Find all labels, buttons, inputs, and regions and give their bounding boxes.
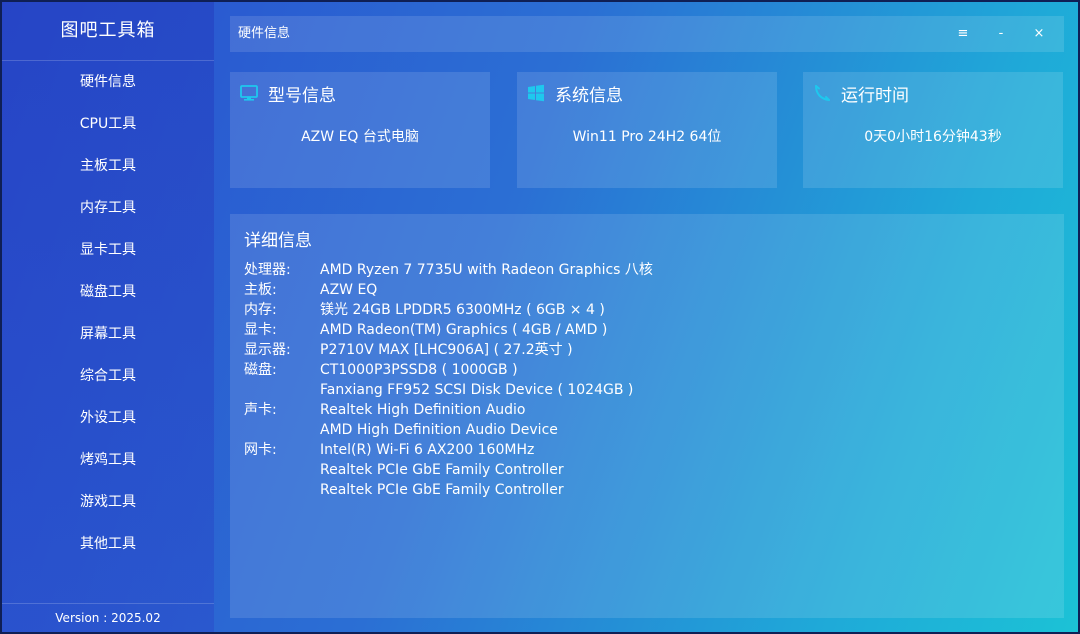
system-info-value: Win11 Pro 24H2 64位: [572, 129, 722, 145]
detail-label: 声卡:: [244, 402, 277, 418]
detail-label: 网卡:: [244, 442, 277, 458]
detail-label: [244, 380, 320, 400]
detail-value: AMD Radeon(TM) Graphics ( 4GB / AMD ): [320, 322, 608, 338]
details-table: 处理器: AMD Ryzen 7 7735U with Radeon Graph…: [244, 260, 653, 500]
detail-label: [244, 420, 320, 440]
detail-value: AMD Ryzen 7 7735U with Radeon Graphics 八…: [320, 262, 653, 278]
model-info-title: 型号信息: [268, 85, 336, 106]
sidebar-item-other-tools[interactable]: 其他工具: [2, 523, 214, 565]
detail-label: 处理器:: [244, 262, 291, 278]
detail-value: Realtek PCIe GbE Family Controller: [320, 462, 564, 478]
sidebar-item-hardware-info[interactable]: 硬件信息: [2, 61, 214, 103]
detail-label: 主板:: [244, 282, 277, 298]
sidebar-item-motherboard-tools[interactable]: 主板工具: [2, 145, 214, 187]
close-button[interactable]: ×: [1020, 16, 1058, 52]
uptime-title: 运行时间: [841, 85, 909, 106]
detail-row: Fanxiang FF952 SCSI Disk Device ( 1024GB…: [244, 380, 653, 400]
detail-label: [244, 460, 320, 480]
title-bar: 硬件信息 ≡ - ×: [230, 16, 1064, 52]
detail-value: Realtek PCIe GbE Family Controller: [320, 482, 564, 498]
sidebar-nav: 硬件信息 CPU工具 主板工具 内存工具 显卡工具 磁盘工具 屏幕工具 综合工具…: [2, 61, 214, 565]
detail-value: P2710V MAX [LHC906A] ( 27.2英寸 ): [320, 342, 573, 358]
page-title: 硬件信息: [238, 26, 291, 41]
detail-row: 声卡: Realtek High Definition Audio: [244, 400, 653, 420]
detail-value: AMD High Definition Audio Device: [320, 422, 558, 438]
monitor-icon: [240, 84, 258, 102]
detail-value: Intel(R) Wi-Fi 6 AX200 160MHz: [320, 442, 535, 458]
sidebar-item-screen-tools[interactable]: 屏幕工具: [2, 313, 214, 355]
uptime-card: 运行时间 0天0小时16分钟43秒: [803, 72, 1063, 188]
sidebar-item-disk-tools[interactable]: 磁盘工具: [2, 271, 214, 313]
app-window: 图吧工具箱 硬件信息 CPU工具 主板工具 内存工具 显卡工具 磁盘工具 屏幕工…: [0, 0, 1080, 634]
windows-icon: [527, 84, 545, 102]
detail-value: AZW EQ: [320, 282, 378, 298]
details-title: 详细信息: [244, 231, 312, 251]
details-panel: 详细信息 处理器: AMD Ryzen 7 7735U with Radeon …: [230, 214, 1064, 618]
version-label: Version : 2025.02: [2, 603, 214, 632]
detail-label: 磁盘:: [244, 362, 277, 378]
sidebar-item-gpu-tools[interactable]: 显卡工具: [2, 229, 214, 271]
system-info-card: 系统信息 Win11 Pro 24H2 64位: [517, 72, 777, 188]
sidebar-item-stress-tools[interactable]: 烤鸡工具: [2, 439, 214, 481]
detail-row: 显卡: AMD Radeon(TM) Graphics ( 4GB / AMD …: [244, 320, 653, 340]
detail-row: 网卡: Intel(R) Wi-Fi 6 AX200 160MHz: [244, 440, 653, 460]
system-info-title: 系统信息: [555, 85, 623, 106]
minimize-button[interactable]: -: [982, 16, 1020, 52]
detail-row: 处理器: AMD Ryzen 7 7735U with Radeon Graph…: [244, 260, 653, 280]
detail-value: CT1000P3PSSD8 ( 1000GB ): [320, 362, 518, 378]
app-brand: 图吧工具箱: [2, 2, 214, 61]
sidebar-item-general-tools[interactable]: 综合工具: [2, 355, 214, 397]
detail-value: Realtek High Definition Audio: [320, 402, 526, 418]
detail-value: 镁光 24GB LPDDR5 6300MHz ( 6GB × 4 ): [320, 302, 605, 318]
detail-row: 磁盘: CT1000P3PSSD8 ( 1000GB ): [244, 360, 653, 380]
uptime-value: 0天0小时16分钟43秒: [864, 129, 1002, 145]
window-controls: ≡ - ×: [944, 16, 1058, 52]
detail-value: Fanxiang FF952 SCSI Disk Device ( 1024GB…: [320, 382, 634, 398]
model-info-value: AZW EQ 台式电脑: [301, 129, 419, 145]
detail-row: Realtek PCIe GbE Family Controller: [244, 460, 653, 480]
detail-label: [244, 480, 320, 500]
sidebar-item-cpu-tools[interactable]: CPU工具: [2, 103, 214, 145]
detail-label: 显卡:: [244, 322, 277, 338]
detail-label: 内存:: [244, 302, 277, 318]
menu-button[interactable]: ≡: [944, 16, 982, 52]
sidebar-item-game-tools[interactable]: 游戏工具: [2, 481, 214, 523]
detail-row: 主板: AZW EQ: [244, 280, 653, 300]
detail-label: 显示器:: [244, 342, 291, 358]
detail-row: AMD High Definition Audio Device: [244, 420, 653, 440]
sidebar-item-memory-tools[interactable]: 内存工具: [2, 187, 214, 229]
sidebar-item-peripheral-tools[interactable]: 外设工具: [2, 397, 214, 439]
model-info-card: 型号信息 AZW EQ 台式电脑: [230, 72, 490, 188]
detail-row: 显示器: P2710V MAX [LHC906A] ( 27.2英寸 ): [244, 340, 653, 360]
uptime-icon: [813, 84, 831, 102]
detail-row: Realtek PCIe GbE Family Controller: [244, 480, 653, 500]
detail-row: 内存: 镁光 24GB LPDDR5 6300MHz ( 6GB × 4 ): [244, 300, 653, 320]
sidebar: 图吧工具箱 硬件信息 CPU工具 主板工具 内存工具 显卡工具 磁盘工具 屏幕工…: [2, 2, 214, 632]
